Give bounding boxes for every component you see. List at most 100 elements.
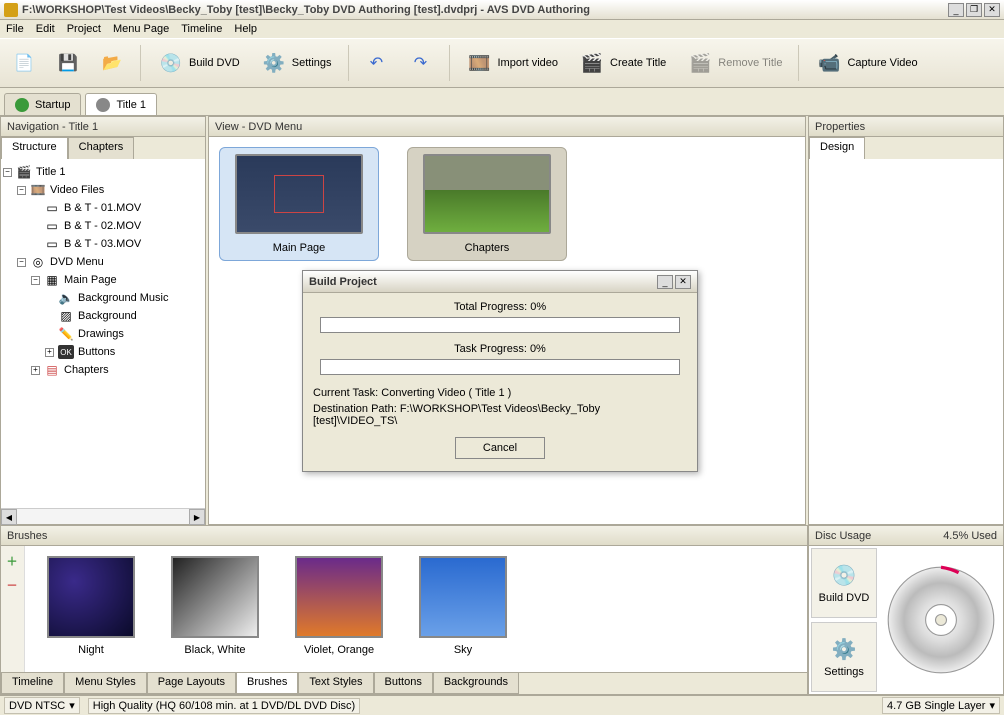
menu-help[interactable]: Help [234,23,257,35]
swatch-chip [295,556,383,638]
remove-swatch-button[interactable]: － [3,576,21,594]
usage-settings-button[interactable]: ⚙️Settings [811,622,877,692]
tree-chapters[interactable]: +▤Chapters [3,361,203,379]
menu-icon: ◎ [30,255,46,269]
scroll-right-button[interactable]: ▶ [189,509,205,525]
tab-title1[interactable]: Title 1 [85,93,157,115]
btab-textstyles[interactable]: Text Styles [298,673,373,694]
settings-button[interactable]: ⚙️Settings [252,45,340,81]
task-progress-bar [320,359,680,375]
file-icon: 📄 [12,51,36,75]
tree-buttons-label: Buttons [78,346,115,358]
import-icon: 🎞️ [466,49,494,77]
image-icon: ▨ [58,309,74,323]
thumbnail-image [423,154,551,234]
status-capacity[interactable]: 4.7 GB Single Layer▾ [882,697,1000,714]
btab-backgrounds[interactable]: Backgrounds [433,673,519,694]
capture-video-button[interactable]: 📹Capture Video [807,45,925,81]
tree-drawings[interactable]: ✏️Drawings [3,325,203,343]
dialog-minimize-button[interactable]: _ [657,275,673,289]
gear-icon: ⚙️ [832,637,857,662]
collapse-icon[interactable]: − [31,276,40,285]
redo-button[interactable]: ↷ [401,47,441,79]
menu-menupage[interactable]: Menu Page [113,23,169,35]
close-button[interactable]: ✕ [984,3,1000,17]
new-button[interactable]: 📄 [4,47,44,79]
swatch-night[interactable]: Night [39,556,143,656]
btab-menustyles[interactable]: Menu Styles [64,673,147,694]
tree-video-item[interactable]: ▭B & T - 01.MOV [3,199,203,217]
create-title-button[interactable]: 🎬Create Title [570,45,674,81]
swatch-sky[interactable]: Sky [411,556,515,656]
usage-build-label: Build DVD [819,592,870,604]
tree-video-item[interactable]: ▭B & T - 02.MOV [3,217,203,235]
thumbnail-mainpage[interactable]: Main Page [219,147,379,261]
btab-timeline[interactable]: Timeline [1,673,64,694]
scroll-track[interactable] [17,509,189,524]
minimize-button[interactable]: _ [948,3,964,17]
tab-startup-label: Startup [35,99,70,111]
cancel-button[interactable]: Cancel [455,437,545,459]
collapse-icon[interactable]: − [17,258,26,267]
dialog-title-text: Build Project [309,276,655,288]
tree-bgmusic[interactable]: 🔈Background Music [3,289,203,307]
app-icon [4,3,18,17]
btab-buttons[interactable]: Buttons [374,673,433,694]
tree-title[interactable]: −🎬Title 1 [3,163,203,181]
tree-background[interactable]: ▨Background [3,307,203,325]
usage-build-button[interactable]: 💿 Build DVD [811,548,877,618]
collapse-icon[interactable]: − [17,186,26,195]
import-video-label: Import video [498,57,559,69]
tree-videofiles[interactable]: −🎞️Video Files [3,181,203,199]
expand-icon[interactable]: + [31,366,40,375]
brushes-header: Brushes [1,526,807,546]
build-dvd-button[interactable]: 💿Build DVD [149,45,248,81]
scroll-left-button[interactable]: ◀ [1,509,17,525]
open-button[interactable]: 📂 [92,47,132,79]
nav-tabs: Structure Chapters [1,137,205,159]
clip-icon: ▭ [44,237,60,251]
titlebar-text: F:\WORKSHOP\Test Videos\Becky_Toby [test… [22,4,948,16]
swatch-violetorange[interactable]: Violet, Orange [287,556,391,656]
btab-pagelayouts[interactable]: Page Layouts [147,673,236,694]
menu-project[interactable]: Project [67,23,101,35]
status-format[interactable]: DVD NTSC▾ [4,697,80,714]
separator [140,45,141,81]
nav-tab-structure[interactable]: Structure [1,137,68,159]
separator [798,45,799,81]
tab-startup[interactable]: Startup [4,93,81,115]
import-video-button[interactable]: 🎞️ Import video [458,45,567,81]
undo-button[interactable]: ↶ [357,47,397,79]
page-icon: ▦ [44,273,60,287]
maximize-button[interactable]: ❐ [966,3,982,17]
save-button[interactable]: 💾 [48,47,88,79]
dialog-close-button[interactable]: ✕ [675,275,691,289]
tree-buttons[interactable]: +OKButtons [3,343,203,361]
menu-timeline[interactable]: Timeline [181,23,222,35]
thumbnail-caption: Main Page [273,242,326,254]
speaker-icon: 🔈 [58,291,74,305]
brushes-panel: Brushes ＋ － Night Black, White Violet, O… [0,525,808,695]
status-quality[interactable]: High Quality (HQ 60/108 min. at 1 DVD/DL… [88,698,360,714]
menu-file[interactable]: File [6,23,24,35]
tree-mainpage[interactable]: −▦Main Page [3,271,203,289]
swatch-blackwhite[interactable]: Black, White [163,556,267,656]
nav-tab-chapters[interactable]: Chapters [68,137,135,159]
swatch-label: Night [78,644,104,656]
disc-icon: 💿 [832,563,857,588]
expand-icon[interactable]: + [45,348,54,357]
tree-video-item[interactable]: ▭B & T - 03.MOV [3,235,203,253]
dialog-titlebar[interactable]: Build Project _ ✕ [303,271,697,293]
dropdown-icon: ▾ [989,699,995,712]
thumbnail-chapters[interactable]: Chapters [407,147,567,261]
menu-edit[interactable]: Edit [36,23,55,35]
clapboard-icon: 🎬 [578,49,606,77]
add-swatch-button[interactable]: ＋ [3,552,21,570]
props-tab-design[interactable]: Design [809,137,865,159]
nav-hscrollbar[interactable]: ◀ ▶ [1,508,205,524]
btab-brushes[interactable]: Brushes [236,673,298,694]
remove-title-button[interactable]: 🎬Remove Title [678,45,790,81]
swatch-chip [419,556,507,638]
collapse-icon[interactable]: − [3,168,12,177]
tree-dvdmenu[interactable]: −◎DVD Menu [3,253,203,271]
